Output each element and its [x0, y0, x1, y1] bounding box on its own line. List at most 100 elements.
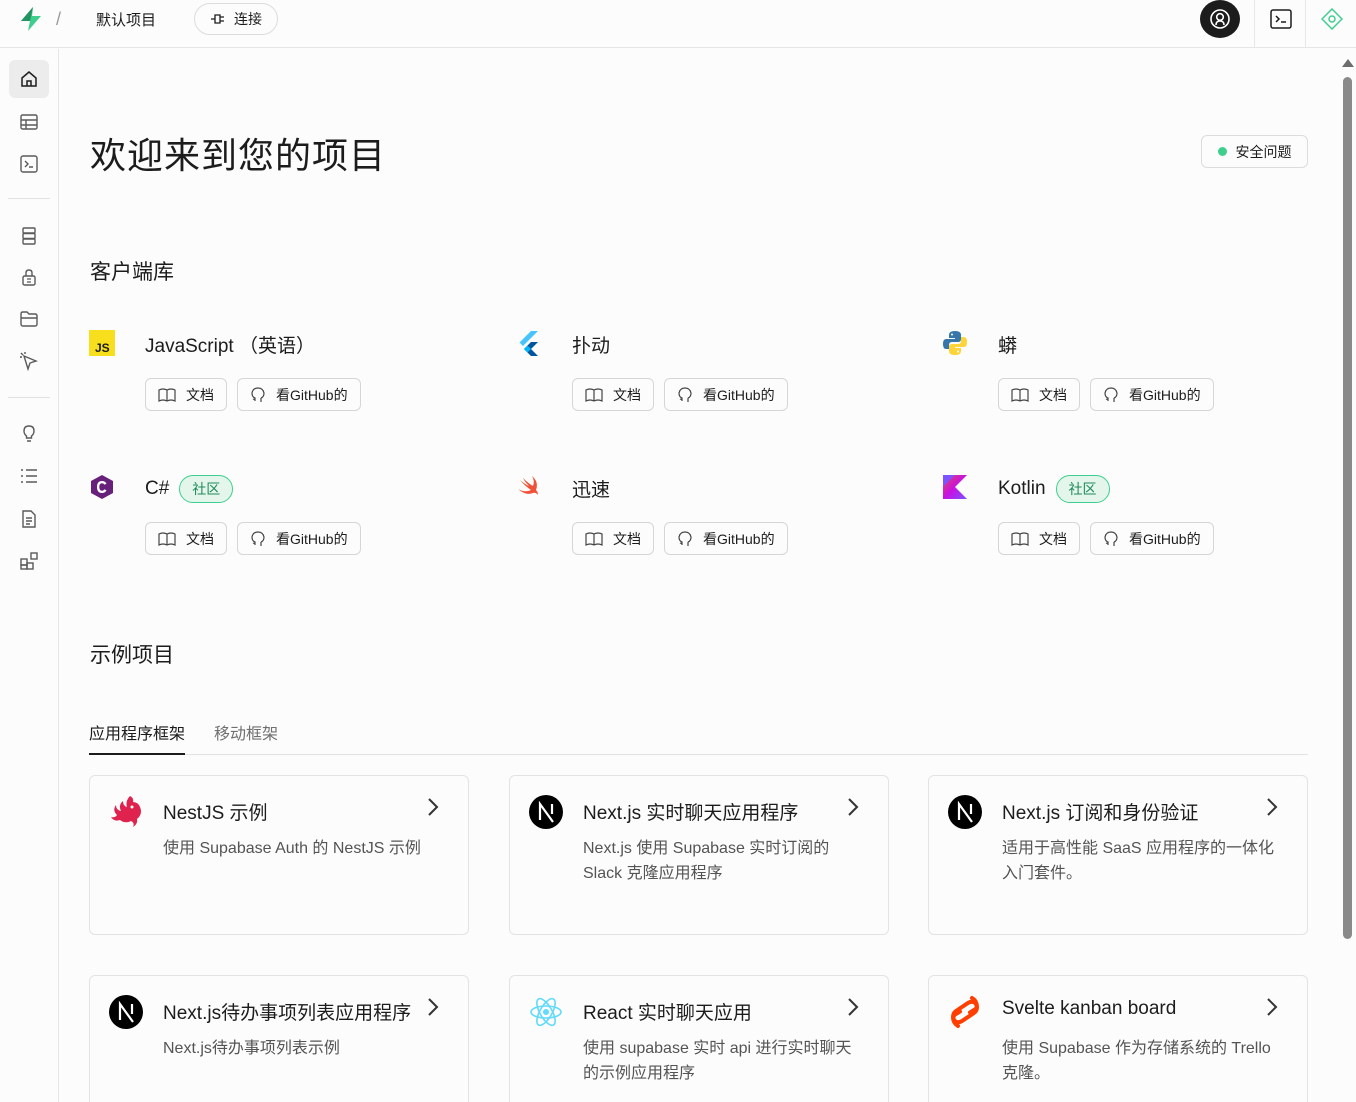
sidebar-divider: [8, 198, 50, 199]
sidebar-item-home[interactable]: [9, 60, 49, 98]
github-icon: [678, 530, 692, 546]
github-button[interactable]: 看GitHub的: [237, 378, 361, 411]
community-badge: 社区: [179, 475, 234, 503]
lightbulb-icon: [23, 425, 35, 442]
card-description: 使用 Supabase 作为存储系统的 Trello 克隆。: [1002, 1040, 1271, 1082]
github-button[interactable]: 看GitHub的: [237, 522, 361, 555]
supabase-logo[interactable]: [18, 6, 44, 32]
example-card-nextjs-todo[interactable]: Next.js待办事项列表应用程序 Next.js待办事项列表示例: [89, 975, 469, 1102]
github-icon: [1104, 386, 1118, 402]
security-issues-button[interactable]: 安全问题: [1201, 135, 1308, 168]
chevron-right-icon: [848, 998, 859, 1016]
kotlin-icon: [943, 475, 967, 499]
github-icon: [1104, 530, 1118, 546]
sidebar-divider: [8, 397, 50, 398]
card-title: React 实时聊天应用: [583, 1003, 752, 1024]
sidebar-item-sql-editor[interactable]: [9, 145, 49, 183]
example-card-react-chat[interactable]: React 实时聊天应用 使用 supabase 实时 api 进行实时聊天的示…: [509, 975, 889, 1102]
library-name: 迅速: [572, 480, 611, 501]
topbar-divider: [1254, 0, 1255, 48]
docs-button[interactable]: 文档: [145, 522, 227, 555]
example-card-svelte-kanban[interactable]: Svelte kanban board 使用 Supabase 作为存储系统的 …: [928, 975, 1308, 1102]
scrollbar-thumb[interactable]: [1343, 77, 1352, 939]
javascript-icon: JS: [89, 330, 115, 356]
card-description: 使用 Supabase Auth 的 NestJS 示例: [163, 840, 421, 857]
sidebar-item-advisors[interactable]: [9, 415, 49, 453]
docs-button[interactable]: 文档: [998, 378, 1080, 411]
github-icon: [251, 530, 265, 546]
client-libraries-title: 客户端库: [90, 261, 174, 284]
terminal-icon: [20, 155, 38, 173]
chevron-right-icon: [1267, 998, 1278, 1016]
sidebar-item-authentication[interactable]: [9, 258, 49, 296]
chevron-right-icon: [428, 998, 439, 1016]
page-title: 欢迎来到您的项目: [90, 135, 387, 176]
status-dot-icon: [1217, 147, 1227, 156]
tab-app-frameworks[interactable]: 应用程序框架: [89, 720, 186, 755]
book-icon: [158, 387, 176, 402]
github-button[interactable]: 看GitHub的: [1090, 522, 1214, 555]
nestjs-icon: [111, 796, 141, 827]
sidebar-item-logs[interactable]: [9, 457, 49, 495]
user-avatar[interactable]: [1200, 0, 1240, 38]
community-badge: 社区: [1055, 475, 1110, 503]
sidebar: [0, 49, 59, 1102]
cursor-icon: [20, 352, 38, 371]
github-icon: [251, 386, 265, 402]
card-title: Next.js 订阅和身份验证: [1002, 803, 1199, 824]
table-icon: [20, 114, 38, 130]
terminal-button[interactable]: [1266, 4, 1296, 34]
library-name: 蟒: [998, 336, 1018, 357]
sidebar-item-storage[interactable]: [9, 300, 49, 338]
library-name: JavaScript （英语）: [145, 336, 315, 357]
swift-icon: [518, 476, 538, 495]
github-button[interactable]: 看GitHub的: [1090, 378, 1214, 411]
docs-button[interactable]: 文档: [998, 522, 1080, 555]
database-icon: [22, 227, 36, 245]
docs-button[interactable]: 文档: [145, 378, 227, 411]
github-button[interactable]: 看GitHub的: [664, 378, 788, 411]
example-card-nestjs[interactable]: NestJS 示例 使用 Supabase Auth 的 NestJS 示例: [89, 775, 469, 935]
card-description: 使用 supabase 实时 api 进行实时聊天的示例应用程序: [583, 1040, 852, 1082]
sidebar-item-integrations[interactable]: [9, 542, 49, 580]
github-icon: [678, 386, 692, 402]
card-description: Next.js待办事项列表示例: [163, 1040, 340, 1057]
flutter-icon: [519, 331, 538, 356]
scroll-up-arrow-icon[interactable]: [1342, 59, 1354, 67]
sidebar-item-table-editor[interactable]: [9, 103, 49, 141]
sidebar-item-api-docs[interactable]: [9, 500, 49, 538]
advisor-button[interactable]: [1317, 4, 1347, 34]
breadcrumb-separator: /: [56, 9, 62, 29]
card-title: NestJS 示例: [163, 803, 268, 824]
card-title: Svelte kanban board: [1002, 998, 1177, 1019]
example-card-nextjs-chat[interactable]: Next.js 实时聊天应用程序 Next.js 使用 Supabase 实时订…: [509, 775, 889, 935]
chevron-right-icon: [1267, 798, 1278, 816]
topbar-divider: [1305, 0, 1306, 48]
blocks-icon: [20, 552, 38, 570]
connect-button[interactable]: 连接: [194, 3, 278, 35]
nextjs-icon: [109, 995, 143, 1029]
github-button[interactable]: 看GitHub的: [664, 522, 788, 555]
book-icon: [585, 387, 603, 402]
nextjs-icon: [529, 795, 563, 829]
sidebar-item-database[interactable]: [9, 217, 49, 255]
list-icon: [21, 469, 37, 483]
scrollbar[interactable]: [1340, 49, 1356, 1102]
example-card-nextjs-subscription[interactable]: Next.js 订阅和身份验证 适用于高性能 SaaS 应用程序的一体化入门套件…: [928, 775, 1308, 935]
csharp-icon: [91, 475, 113, 499]
library-name: 扑动: [572, 336, 611, 357]
security-issues-label: 安全问题: [1235, 143, 1292, 160]
docs-button[interactable]: 文档: [572, 378, 654, 411]
top-bar: / 默认项目 连接: [0, 0, 1356, 48]
sidebar-item-realtime[interactable]: [9, 342, 49, 380]
nextjs-icon: [948, 795, 982, 829]
chevron-right-icon: [428, 798, 439, 816]
lock-icon: [22, 269, 36, 286]
library-name: Kotlin 社区: [998, 475, 1110, 503]
home-icon: [21, 71, 37, 87]
project-name[interactable]: 默认项目: [96, 9, 156, 30]
framework-tabs: 应用程序框架 移动框架: [89, 720, 1308, 755]
tab-mobile-frameworks[interactable]: 移动框架: [214, 720, 278, 755]
docs-button[interactable]: 文档: [572, 522, 654, 555]
book-icon: [158, 531, 176, 546]
